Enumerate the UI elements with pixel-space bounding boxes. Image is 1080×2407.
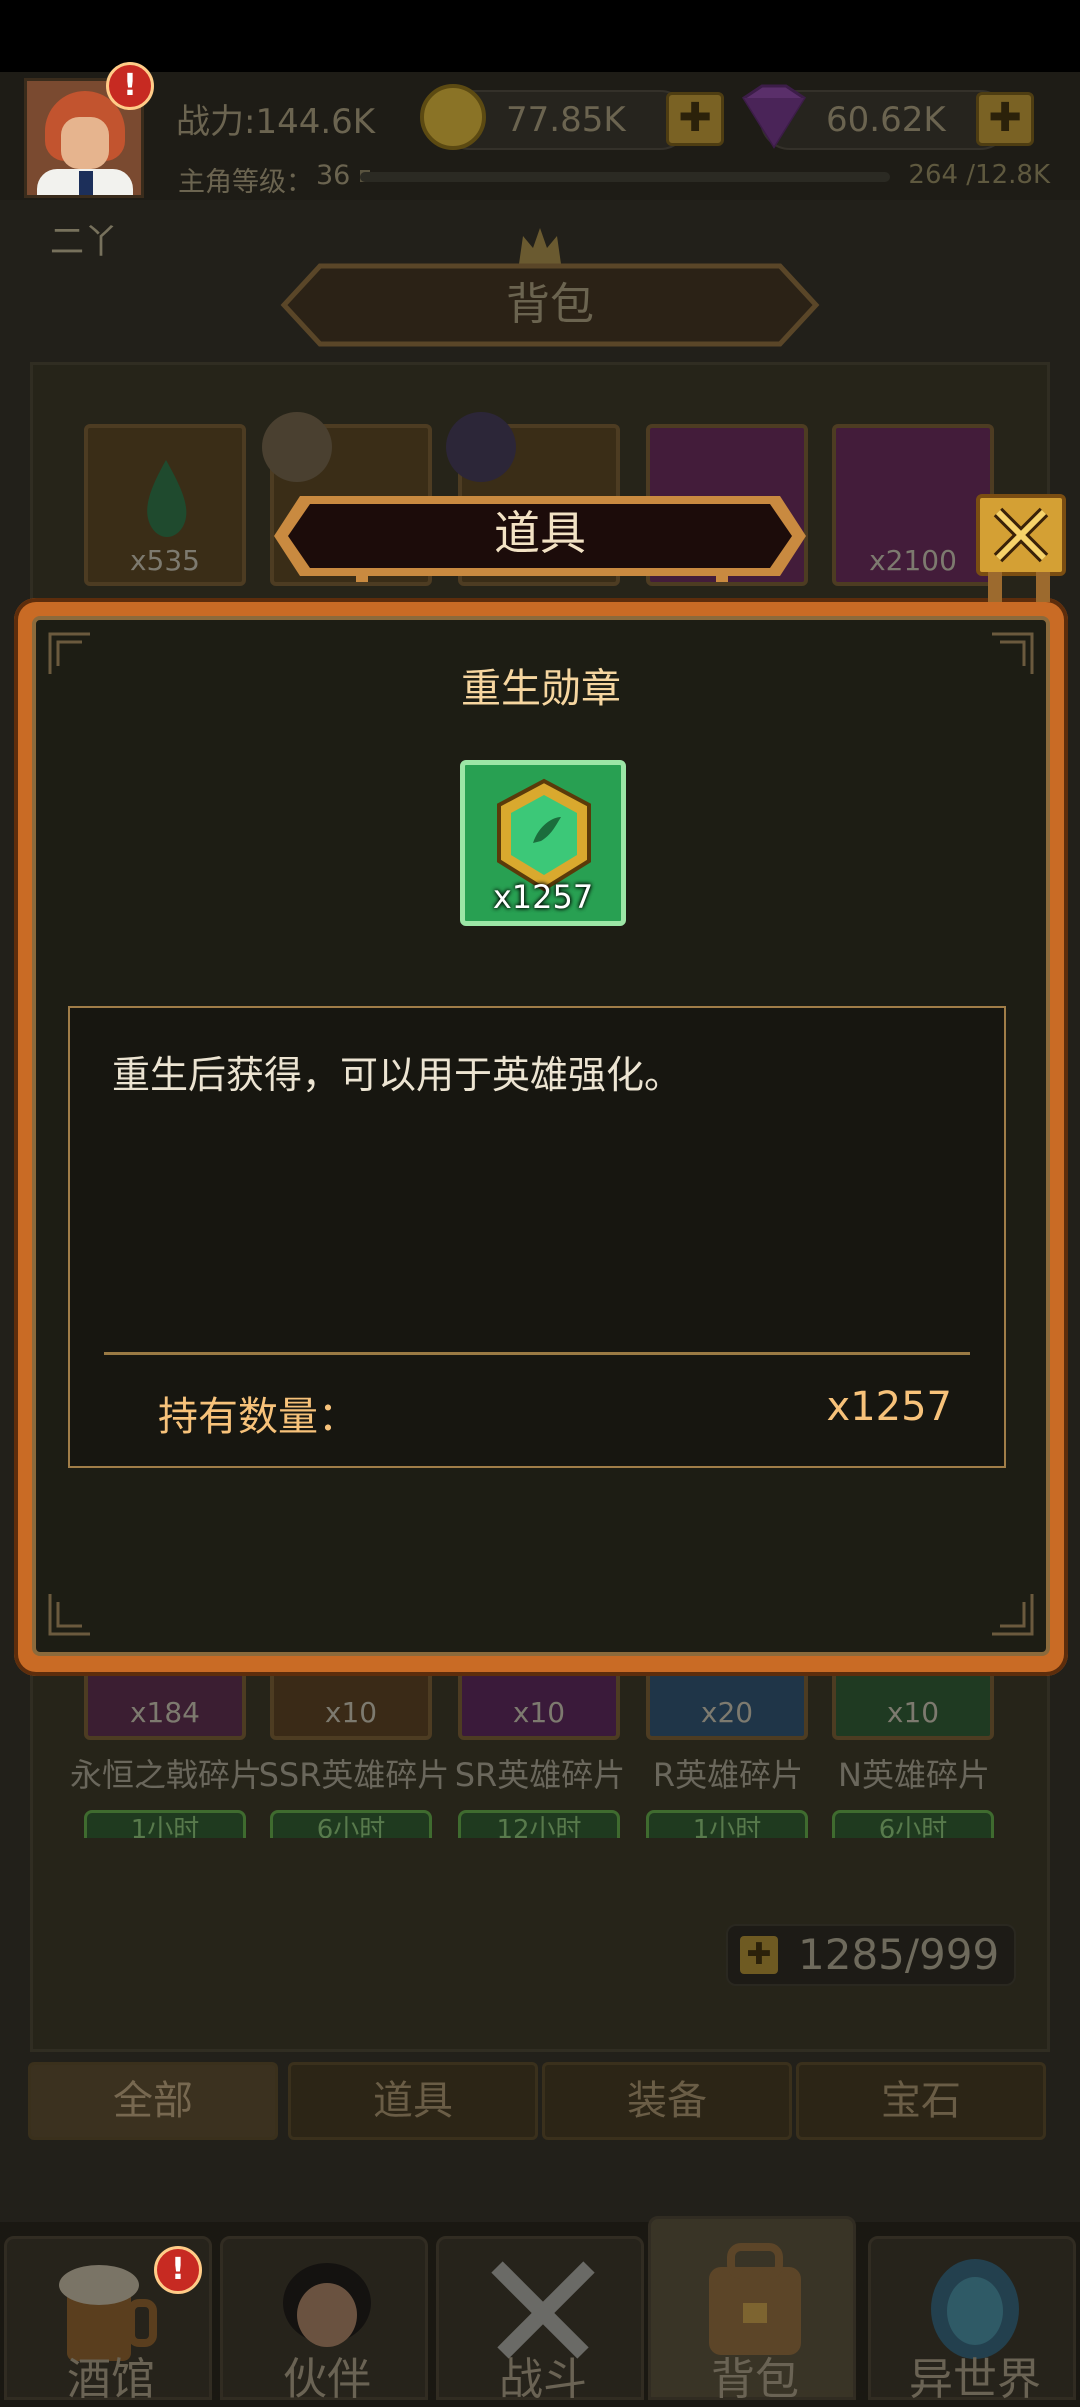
- shard-name: R英雄碎片: [652, 1756, 804, 1794]
- avatar-alert-badge: !: [106, 62, 154, 110]
- shard-count: x10: [324, 1696, 378, 1729]
- shard-name: SR英雄碎片: [454, 1756, 626, 1794]
- shard-name: N英雄碎片: [838, 1756, 990, 1794]
- nav-partner[interactable]: 伙伴: [220, 2236, 428, 2405]
- crown-icon: [519, 228, 561, 264]
- tab-gems[interactable]: 宝石: [796, 2062, 1046, 2140]
- slot-count: x2100: [869, 544, 957, 577]
- nav-label: 异世界: [909, 2354, 1041, 2405]
- item-icon-count: x1257: [492, 878, 594, 916]
- purple-gem-icon: [741, 84, 807, 149]
- description-divider: [104, 1352, 970, 1355]
- nav-label: 背包: [711, 2354, 799, 2405]
- dialog-title: 道具: [494, 506, 586, 560]
- player-nickname: 二丫: [50, 222, 118, 262]
- tab-all[interactable]: 全部: [28, 2062, 278, 2140]
- green-flame-icon: [147, 460, 187, 537]
- gem-value: 60.62K: [826, 100, 946, 140]
- close-icon: [993, 507, 1049, 563]
- gold-value: 77.85K: [506, 100, 626, 140]
- tab-items[interactable]: 道具: [288, 2062, 538, 2140]
- gold-coin-icon: [420, 84, 486, 150]
- nav-battle[interactable]: 战斗: [436, 2236, 644, 2405]
- slot-count: x535: [129, 544, 200, 577]
- xp-counter: 264 /12.8K: [908, 160, 1050, 190]
- hero-level-value: 36: [316, 160, 351, 191]
- shard-count: x184: [129, 1696, 200, 1729]
- item-description: 重生后获得，可以用于英雄强化。: [112, 1053, 683, 1097]
- owned-quantity-value: x1257: [826, 1384, 952, 1430]
- corner-ornament: [992, 1594, 1034, 1636]
- owned-quantity-label: 持有数量：: [158, 1394, 358, 1440]
- tavern-alert-badge: !: [154, 2246, 202, 2294]
- capacity-value: 1285/999: [798, 1930, 1000, 1979]
- tab-equipment[interactable]: 装备: [542, 2062, 792, 2140]
- status-bar: [0, 0, 1080, 72]
- scroll-mask: [40, 1838, 1040, 1878]
- nav-bag[interactable]: 背包: [648, 2216, 856, 2405]
- nav-other-world[interactable]: 异世界: [868, 2236, 1076, 2405]
- close-button[interactable]: [976, 494, 1066, 576]
- add-gem-button[interactable]: ✚: [976, 92, 1034, 146]
- nav-label: 战斗: [499, 2354, 587, 2405]
- shard-name: SSR英雄碎片: [258, 1756, 450, 1794]
- chef-portrait-icon: [262, 412, 332, 482]
- shard-count: x20: [700, 1696, 754, 1729]
- expand-capacity-icon[interactable]: ✚: [740, 1936, 778, 1974]
- nav-label: 伙伴: [283, 2354, 371, 2405]
- shard-count: x10: [886, 1696, 940, 1729]
- add-gold-button[interactable]: ✚: [666, 92, 724, 146]
- corner-ornament: [48, 1594, 90, 1636]
- nav-label: 酒馆: [67, 2354, 155, 2405]
- page-title: 背包: [506, 279, 594, 330]
- combat-power: 战力:144.6K: [176, 102, 376, 142]
- chain-link: [988, 572, 1002, 602]
- dark-hero-portrait-icon: [446, 412, 516, 482]
- level-progress-bar: [360, 172, 890, 182]
- chain-link: [1036, 572, 1050, 602]
- hero-level-label: 主角等级：: [178, 167, 313, 198]
- item-name: 重生勋章: [461, 666, 621, 712]
- shard-name: 永恒之戟碎片: [69, 1756, 262, 1794]
- shard-count: x10: [512, 1696, 566, 1729]
